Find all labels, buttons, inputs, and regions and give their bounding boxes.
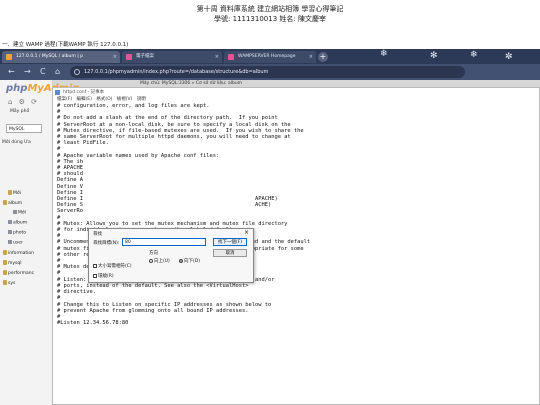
section-heading: 一、建立 WAMP 過程(下載WAMP 執行 127.0.0.1) — [2, 42, 129, 48]
radio-selected-icon — [179, 258, 183, 263]
close-icon[interactable]: × — [113, 51, 117, 63]
tree-item-label: album — [13, 220, 28, 226]
tab-label: 電子檔案 — [136, 54, 154, 59]
snowflake-icon: ❄ — [380, 49, 388, 59]
tree-item[interactable]: information — [3, 250, 34, 256]
radio-icon — [149, 258, 153, 263]
wrap-checkbox[interactable]: 環繞(R) — [93, 273, 114, 279]
recent-label: Mầy phổ — [10, 109, 30, 114]
find-dialog: 尋找 × 尋找目標(N): 80 找下一個(F) 取消 方向 向上(U) 向下(… — [88, 228, 254, 283]
tree-item[interactable]: photo — [8, 230, 26, 236]
tree-item-label: information — [8, 251, 34, 256]
tab-wampserver[interactable]: WAMPSERVER Homepage × — [224, 51, 316, 63]
browser-tabbar: 127.0.0.1 / MySQL / album | p × 電子檔案 × W… — [0, 49, 540, 64]
tab-favicon-icon — [6, 54, 12, 60]
tab-file[interactable]: 電子檔案 × — [122, 51, 222, 63]
snowflake-icon: ✻ — [430, 51, 438, 61]
database-icon — [3, 200, 7, 205]
notepad-title: httpd.conf - 記事本 — [63, 90, 105, 95]
address-bar[interactable]: 127.0.0.1/phpmyadmin/index.php?route=/da… — [70, 66, 465, 78]
title-line: 第十周 資料庫系統 建立網站相簿 學習心得筆記 — [196, 5, 344, 13]
find-next-button[interactable]: 找下一個(F) — [213, 238, 247, 246]
close-icon[interactable]: × — [309, 51, 313, 63]
table-icon — [8, 240, 12, 244]
url-text: 127.0.0.1/phpmyadmin/index.php?route=/da… — [84, 69, 269, 75]
database-icon — [3, 280, 7, 285]
tab-label: WAMPSERVER Homepage — [238, 54, 296, 59]
tree-item[interactable]: album — [3, 200, 22, 206]
notepad-titlebar: httpd.conf - 記事本 — [53, 88, 539, 97]
tab-label: 127.0.0.1 / MySQL / album | p — [16, 54, 84, 59]
database-icon — [3, 260, 7, 265]
find-dialog-title: 尋找 — [93, 232, 102, 237]
checkbox-icon — [93, 263, 97, 268]
database-icon — [8, 190, 12, 195]
tree-item[interactable]: sys — [3, 280, 15, 286]
back-button[interactable]: ← — [8, 67, 15, 77]
direction-label: 方向 — [149, 251, 158, 256]
snowflake-icon: ✼ — [505, 52, 513, 62]
tree-item[interactable]: performanc — [3, 270, 34, 276]
tab-favicon-icon — [228, 54, 234, 60]
reload-button[interactable]: C — [40, 67, 46, 77]
find-input[interactable]: 80 — [122, 238, 206, 246]
tree-item-label: album — [8, 201, 23, 206]
home-button[interactable]: ⌂ — [55, 67, 60, 77]
tree-item[interactable]: mysql — [3, 260, 22, 266]
close-icon[interactable]: × — [215, 51, 219, 63]
tab-favicon-icon — [126, 54, 132, 60]
tree-item-label: performanc — [8, 271, 35, 276]
table-icon — [8, 230, 12, 234]
info-icon — [74, 69, 80, 75]
document-title: 第十周 資料庫系統 建立網站相簿 學習心得筆記 學號: 1111310013 姓… — [0, 4, 540, 24]
database-icon — [3, 250, 7, 255]
cancel-button[interactable]: 取消 — [213, 249, 247, 257]
forward-button[interactable]: → — [24, 67, 31, 77]
new-tab-button[interactable]: + — [318, 52, 328, 62]
tree-item-label: photo — [13, 230, 26, 236]
table-icon — [13, 210, 17, 214]
sidebar-icons[interactable]: ⌂ ⚙ ⟳ — [8, 98, 39, 106]
browser-navbar: ← → C ⌂ 127.0.0.1/phpmyadmin/index.php?r… — [0, 64, 540, 80]
tree-item-label: mysql — [8, 261, 22, 266]
tree-item[interactable]: user — [8, 240, 23, 246]
tree-item[interactable]: Mới — [13, 210, 26, 216]
tree-item[interactable]: Mới — [8, 190, 21, 196]
tree-item-label: Mới — [13, 191, 21, 196]
close-icon[interactable]: × — [244, 229, 249, 236]
table-icon — [8, 220, 12, 224]
database-icon — [3, 270, 7, 275]
checkbox-icon — [93, 273, 97, 278]
tree-item-label: sys — [8, 281, 16, 286]
recent-tabs[interactable]: Mới dùng Ưa — [2, 140, 31, 145]
snowflake-icon: ❄ — [470, 50, 478, 60]
student-line: 學號: 1111310013 姓名: 陳文慶宰 — [214, 15, 326, 23]
server-select[interactable]: MySQL — [6, 124, 42, 133]
tree-item-label: Mới — [18, 210, 26, 216]
direction-down-radio[interactable]: 向下(D) — [179, 258, 200, 264]
tree-item[interactable]: album — [8, 220, 27, 226]
match-case-checkbox[interactable]: 大小寫需相符(C) — [93, 263, 132, 269]
tree-item-label: user — [13, 240, 23, 246]
pma-sidebar: phpMyAdmin ⌂ ⚙ ⟳ Mầy phổ MySQL Mới dùng … — [0, 80, 79, 405]
screenshot: 127.0.0.1 / MySQL / album | p × 電子檔案 × W… — [0, 49, 540, 405]
text-line: #Listen 12.34.56.78:80 — [57, 320, 129, 327]
direction-up-radio[interactable]: 向上(U) — [149, 258, 170, 264]
find-label: 尋找目標(N): — [93, 241, 120, 246]
notepad-icon — [55, 90, 60, 95]
tab-phpmyadmin[interactable]: 127.0.0.1 / MySQL / album | p × — [2, 51, 120, 63]
